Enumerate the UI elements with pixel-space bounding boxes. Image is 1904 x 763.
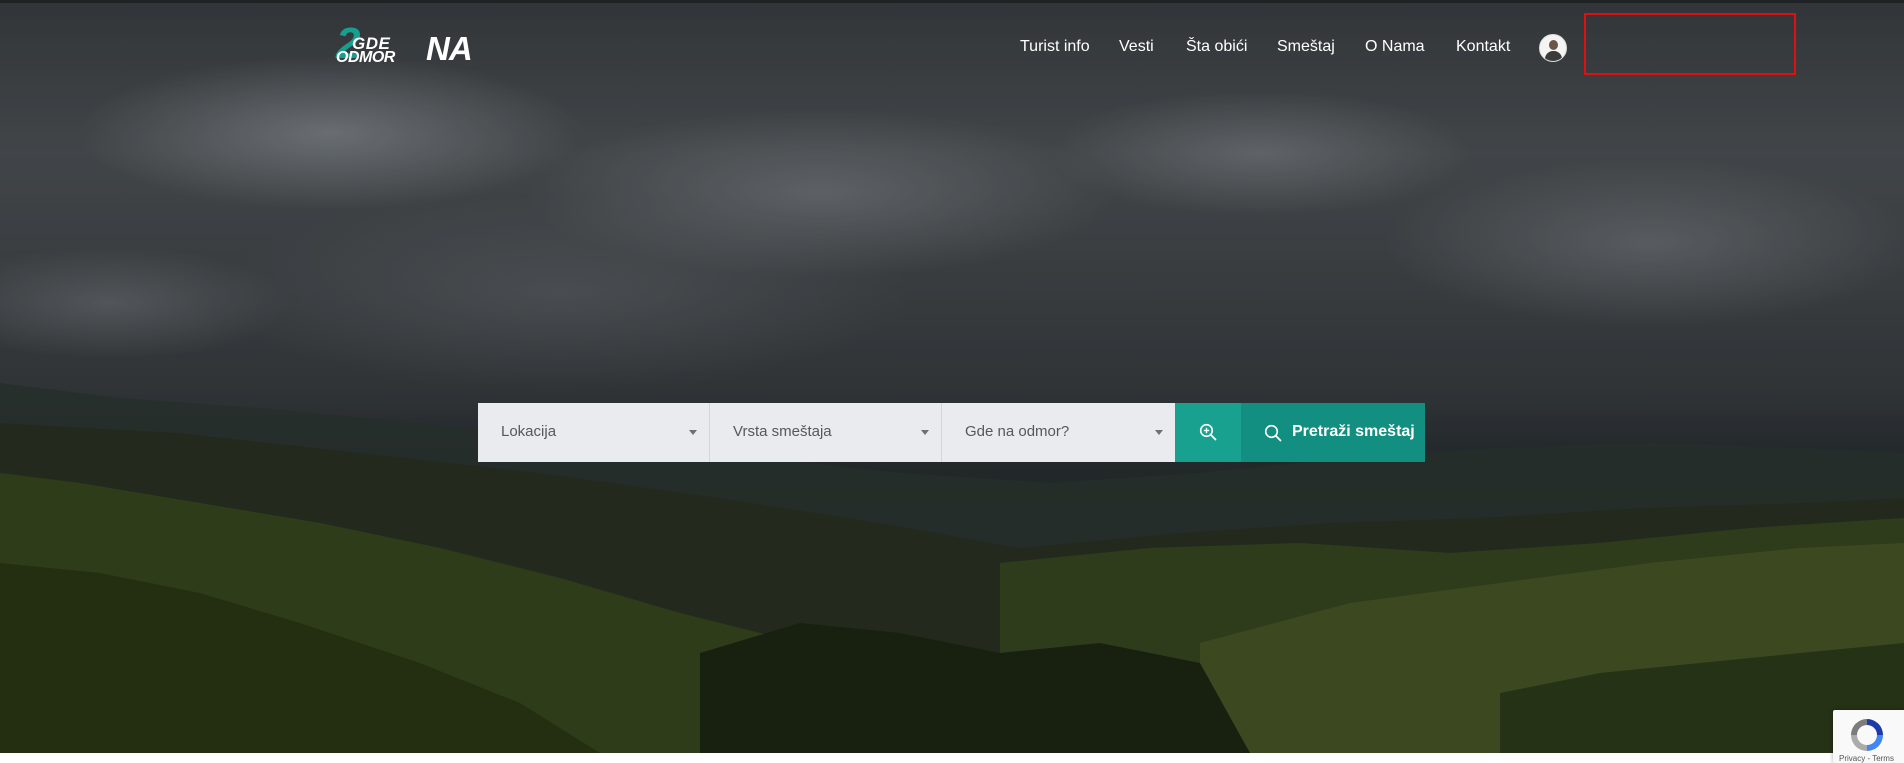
nav-item-kontakt[interactable]: Kontakt bbox=[1456, 36, 1510, 58]
nav-item-vesti[interactable]: Vesti bbox=[1119, 36, 1154, 58]
recaptcha-text: Privacy - Terms bbox=[1839, 754, 1894, 763]
nav-item-smestaj[interactable]: Smeštaj bbox=[1277, 36, 1335, 58]
recaptcha-icon bbox=[1851, 719, 1883, 751]
location-select[interactable]: Lokacija bbox=[478, 403, 710, 462]
location-select-value: Lokacija bbox=[501, 423, 557, 440]
avatar-body bbox=[1545, 51, 1562, 61]
zoom-in-icon bbox=[1199, 423, 1217, 441]
nav-item-sta-obici[interactable]: Šta obići bbox=[1186, 36, 1247, 58]
user-avatar-icon[interactable] bbox=[1539, 34, 1567, 62]
chevron-down-icon bbox=[921, 430, 929, 435]
destination-select-value: Gde na odmor? bbox=[965, 423, 1070, 440]
destination-select[interactable]: Gde na odmor? bbox=[942, 403, 1175, 462]
accommodation-type-select[interactable]: Vrsta smeštaja bbox=[710, 403, 942, 462]
search-icon bbox=[1264, 424, 1282, 442]
recaptcha-badge[interactable]: Privacy - Terms bbox=[1833, 710, 1904, 763]
highlight-box bbox=[1584, 13, 1796, 75]
search-submit-label: Pretraži smeštaj bbox=[1292, 423, 1415, 440]
site-logo[interactable]: 2 GDE ODMOR NA bbox=[336, 22, 491, 70]
avatar-head bbox=[1549, 40, 1558, 50]
chevron-down-icon bbox=[689, 430, 697, 435]
advanced-search-button[interactable] bbox=[1175, 403, 1241, 462]
search-submit-button[interactable]: Pretraži smeštaj bbox=[1241, 403, 1425, 462]
nav-item-turist-info[interactable]: Turist info bbox=[1020, 36, 1090, 58]
accommodation-type-value: Vrsta smeštaja bbox=[733, 423, 832, 440]
search-bar: Lokacija Vrsta smeštaja Gde na odmor? Pr… bbox=[478, 403, 1425, 462]
logo-na: NA bbox=[426, 30, 473, 67]
hero-overlay bbox=[0, 3, 1904, 753]
logo-odmor: ODMOR bbox=[336, 49, 395, 66]
chevron-down-icon bbox=[1155, 430, 1163, 435]
hero-banner bbox=[0, 3, 1904, 753]
nav-item-o-nama[interactable]: O Nama bbox=[1365, 36, 1425, 58]
